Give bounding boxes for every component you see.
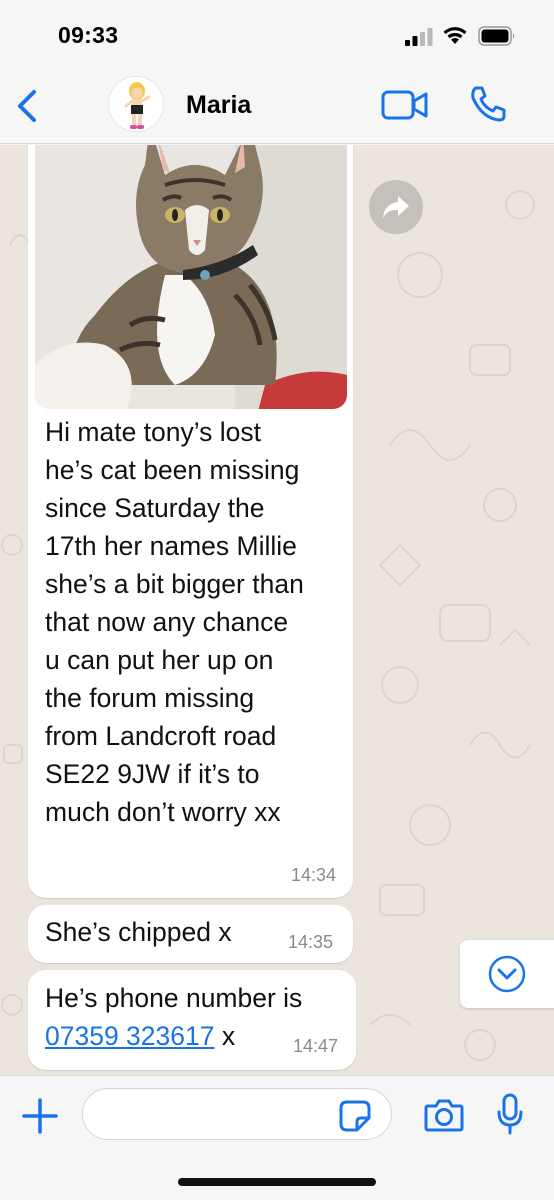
wifi-icon (443, 27, 467, 44)
message-timestamp: 14:34 (290, 865, 336, 885)
cellular-signal-icon (405, 28, 433, 46)
chevron-down-circle-icon (488, 955, 526, 993)
phone-number-link[interactable]: 07359 323617 (45, 1021, 214, 1051)
back-chevron-icon[interactable] (10, 86, 44, 126)
scroll-to-bottom-button[interactable] (460, 940, 554, 1008)
phone-icon[interactable] (468, 84, 508, 124)
cat-photo[interactable] (35, 145, 347, 409)
contact-name[interactable]: Maria (186, 91, 251, 120)
status-time: 09:33 (58, 22, 119, 48)
avatar-bitmoji-image (109, 77, 163, 131)
message-text-line: 07359 323617 x (45, 1017, 235, 1055)
message-text-suffix: x (214, 1021, 236, 1051)
battery-icon (478, 26, 515, 46)
microphone-icon[interactable] (496, 1093, 524, 1135)
input-bar (0, 1075, 554, 1200)
plus-icon[interactable] (22, 1098, 58, 1134)
forward-arrow-icon (383, 196, 409, 218)
message-timestamp: 14:35 (287, 932, 333, 952)
chat-header: Maria (0, 72, 554, 144)
camera-icon[interactable] (424, 1098, 464, 1132)
message-text: Hi mate tony’s lost he’s cat been missin… (45, 417, 304, 827)
sticker-icon[interactable] (339, 1100, 371, 1132)
message-bubble[interactable]: She’s chipped x 14:35 (28, 905, 353, 963)
status-bar: 09:33 (0, 0, 554, 72)
forward-button[interactable] (369, 180, 423, 234)
message-text: She’s chipped x (45, 917, 232, 947)
message-text: He’s phone number is (45, 983, 303, 1013)
message-bubble-photo[interactable]: Hi mate tony’s lost he’s cat been missin… (28, 145, 353, 898)
video-camera-icon[interactable] (381, 88, 429, 122)
chat-area[interactable]: Hi mate tony’s lost he’s cat been missin… (0, 145, 554, 1075)
message-bubble[interactable]: He’s phone number is 07359 323617 x 14:4… (28, 970, 356, 1070)
avatar[interactable] (108, 76, 164, 132)
message-timestamp: 14:47 (292, 1036, 338, 1056)
home-indicator (178, 1178, 376, 1186)
